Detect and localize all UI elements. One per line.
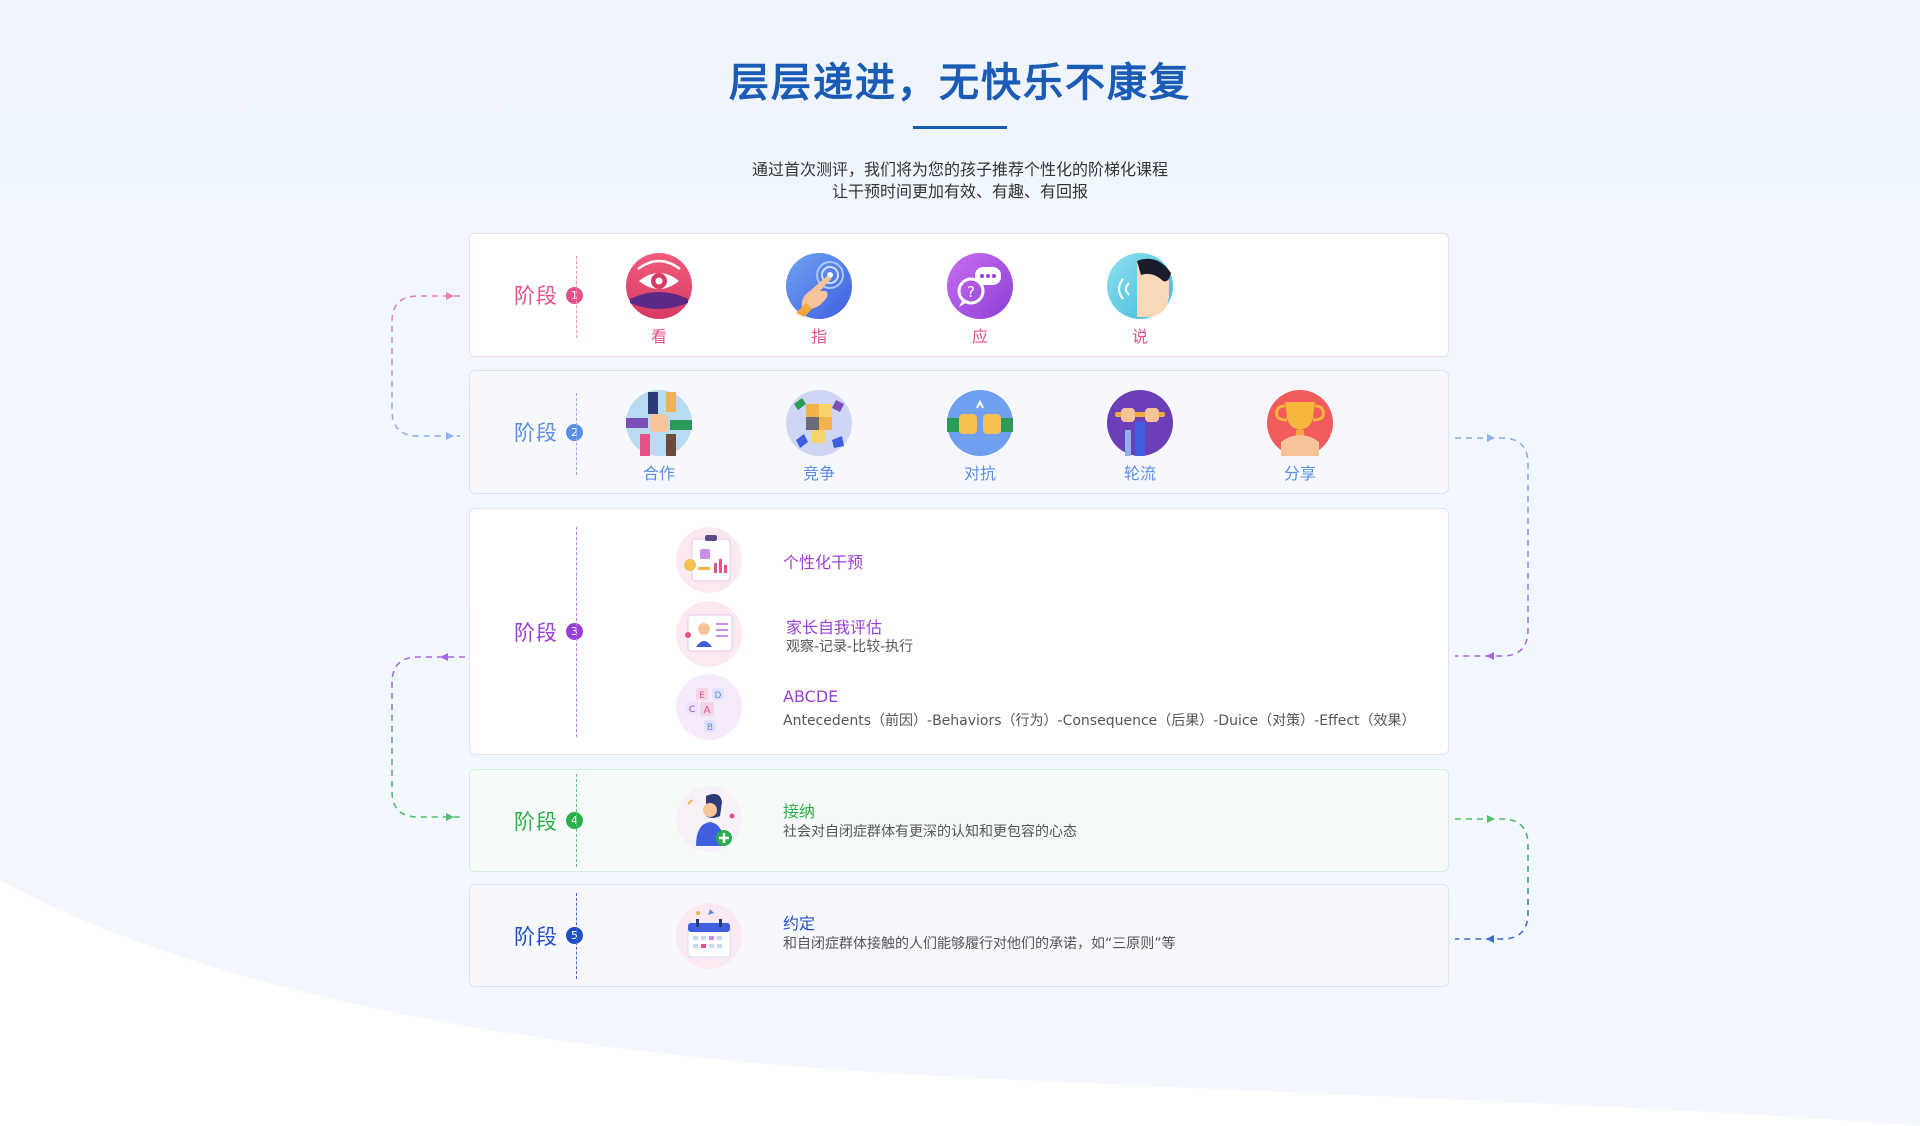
svg-text:A: A xyxy=(704,705,711,716)
row-description: 和自闭症群体接触的人们能够履行对他们的承诺，如“三原则”等 xyxy=(783,936,1176,952)
svg-text:B: B xyxy=(707,723,713,733)
stage-2-item-share: 分享 xyxy=(1250,390,1350,484)
row-description: Antecedents（前因）-Behaviors（行为）-Consequenc… xyxy=(783,713,1416,729)
fists-icon xyxy=(947,390,1013,456)
stage-2-item-cooperate: 合作 xyxy=(609,390,709,484)
title-underline xyxy=(913,126,1007,129)
stage-3-label: 阶段 3 xyxy=(514,617,583,647)
row-description: 社会对自闭症群体有更深的认知和更包容的心态 xyxy=(783,824,1077,840)
stage-4-card: 阶段 4 接纳 社会对自闭症群体有更深的认知和更包容的心态 xyxy=(469,769,1449,872)
connector-stage3-stage4 xyxy=(391,656,465,818)
speech-bubble-icon: ? xyxy=(947,253,1013,319)
connector-arrow xyxy=(1486,652,1494,660)
letter-blocks-icon: E D C A B xyxy=(676,674,742,740)
handshake-icon xyxy=(626,390,692,456)
row-title: 约定 xyxy=(783,914,816,933)
stage-divider xyxy=(576,527,577,737)
stage-2-item-compete: 竞争 xyxy=(769,390,869,484)
stage-2-item-take-turns: 轮流 xyxy=(1090,390,1190,484)
stage-5-card: 阶段 5 约定 和自闭症群体接触的人们能够履行对他们的承诺，如“三原则”等 xyxy=(469,884,1449,987)
stage-word: 阶段 xyxy=(514,809,558,834)
stage-divider xyxy=(576,774,577,867)
relay-baton-icon xyxy=(1107,390,1173,456)
report-chart-icon xyxy=(676,527,742,593)
subtitle-line-2: 让干预时间更加有效、有趣、有回报 xyxy=(831,182,1088,201)
stage-word: 阶段 xyxy=(514,620,558,645)
speaking-head-icon xyxy=(1107,253,1173,319)
stage-1-item-respond: ? 应 xyxy=(930,253,1030,347)
item-label: 看 xyxy=(650,327,667,346)
pointing-finger-icon xyxy=(786,253,852,319)
stage-number-badge: 3 xyxy=(566,623,583,640)
stage-1-item-look: 看 xyxy=(609,253,709,347)
connector-arrow xyxy=(446,432,454,440)
item-label: 指 xyxy=(810,327,827,346)
connector-arrow xyxy=(1487,815,1495,823)
subtitle-line-1: 通过首次测评，我们将为您的孩子推荐个性化的阶梯化课程 xyxy=(751,160,1168,179)
item-label: 对抗 xyxy=(963,464,996,483)
stage-1-item-speak: 说 xyxy=(1090,253,1190,347)
connector-arrow xyxy=(1487,434,1495,442)
stage-word: 阶段 xyxy=(514,924,558,949)
stage-2-item-confront: 对抗 xyxy=(930,390,1030,484)
person-add-icon xyxy=(676,786,742,852)
item-label: 竞争 xyxy=(802,464,835,483)
stage-1-item-point: 指 xyxy=(769,253,869,347)
row-title: ABCDE xyxy=(783,687,839,706)
parent-profile-icon xyxy=(676,601,742,667)
row-description: 观察-记录-比较-执行 xyxy=(786,639,914,655)
page-title: 层层递进，无快乐不康复 xyxy=(729,60,1191,106)
svg-text:?: ? xyxy=(967,283,975,301)
connector-stage2-stage3 xyxy=(1455,437,1529,657)
row-title: 个性化干预 xyxy=(783,553,864,572)
item-label: 合作 xyxy=(642,464,675,483)
svg-text:D: D xyxy=(715,691,722,701)
connector-arrow xyxy=(440,653,448,661)
calendar-icon xyxy=(676,903,742,969)
stage-1-card: 阶段 1 看 指 ? 应 说 xyxy=(469,233,1449,357)
puzzle-icon xyxy=(786,390,852,456)
stage-4-label: 阶段 4 xyxy=(514,806,583,836)
connector-stage1-stage2 xyxy=(391,295,460,437)
stage-number-badge: 4 xyxy=(566,812,583,829)
item-label: 轮流 xyxy=(1123,464,1156,483)
item-label: 说 xyxy=(1131,327,1148,346)
svg-text:C: C xyxy=(689,705,695,715)
eye-icon xyxy=(626,253,692,319)
stage-divider xyxy=(576,893,577,979)
connector-arrow xyxy=(1486,935,1494,943)
connector-stage4-stage5 xyxy=(1455,818,1529,940)
connector-arrow xyxy=(446,292,454,300)
stage-number-badge: 5 xyxy=(566,927,583,944)
trophy-icon xyxy=(1267,390,1333,456)
connector-arrow xyxy=(446,813,454,821)
stage-5-label: 阶段 5 xyxy=(514,921,583,951)
row-title: 接纳 xyxy=(783,802,816,821)
row-title: 家长自我评估 xyxy=(786,618,883,637)
item-label: 应 xyxy=(971,327,988,346)
item-label: 分享 xyxy=(1283,464,1316,483)
stage-3-card: 阶段 3 个性化干预 家长自我评估 观察-记录-比较-执行 E D C A B … xyxy=(469,508,1449,755)
svg-text:E: E xyxy=(699,691,705,701)
stage-2-card: 阶段 2 合作 竞争 对抗 轮流 分享 xyxy=(469,370,1449,494)
